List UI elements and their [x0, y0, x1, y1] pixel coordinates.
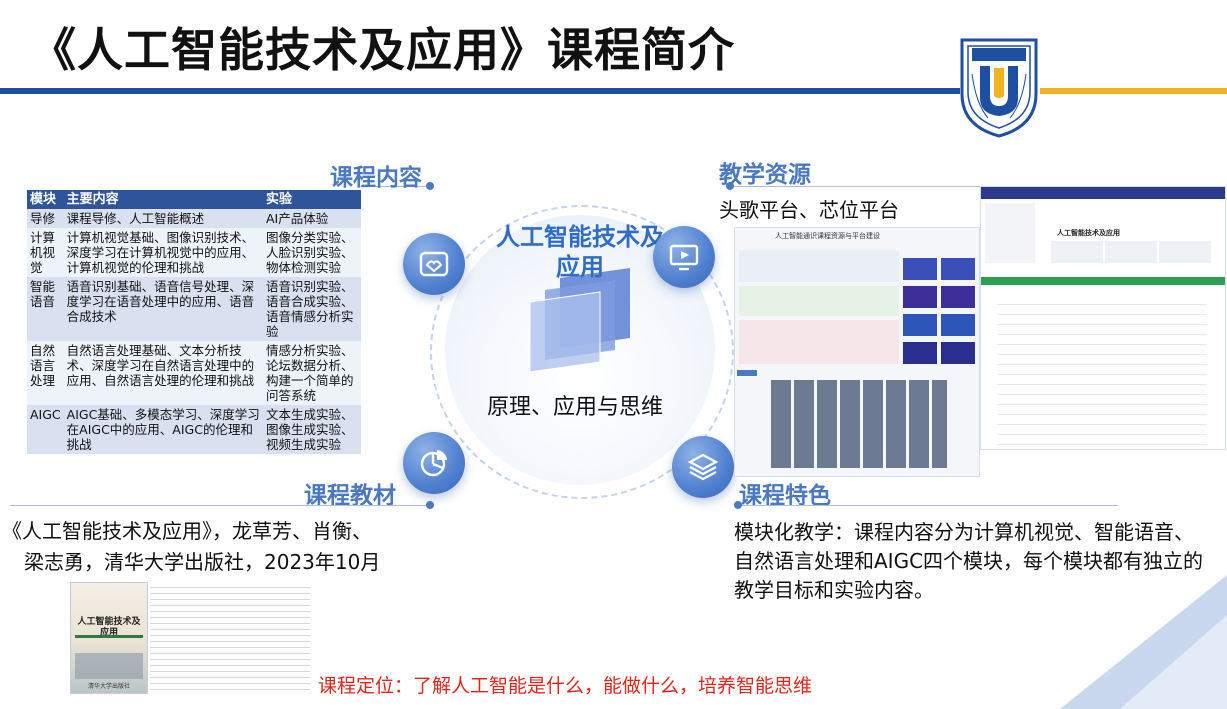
resources-heading-line — [730, 186, 980, 187]
title-underline — [0, 88, 960, 94]
pie-chart-icon — [420, 450, 447, 477]
table-cell: 课程导修、人工智能概述 — [63, 209, 263, 228]
table-cell: 导修 — [27, 209, 64, 228]
table-row: AIGC AIGC基础、多模态学习、深度学习在AIGC中的应用、AIGC的伦理和… — [27, 405, 361, 454]
center-title: 人工智能技术及应用 — [496, 223, 664, 281]
table-row: 自然语言处理 自然语言处理基础、文本分析技术、深度学习在自然语言处理中的应用、自… — [27, 341, 361, 405]
table-cell: 图像分类实验、人脸识别实验、物体检测实验 — [263, 228, 361, 277]
textbook-heading-line — [10, 505, 430, 506]
table-cell: AIGC基础、多模态学习、深度学习在AIGC中的应用、AIGC的伦理和挑战 — [63, 405, 263, 454]
table-of-contents-image — [150, 582, 310, 694]
textbook-line-2: 梁志勇，清华大学出版社，2023年10月 — [24, 550, 381, 574]
table-row: 智能语音 语音识别基础、语音信号处理、深度学习在语音处理中的应用、语音合成技术 … — [27, 277, 361, 341]
course-name-text: 人工智能技术及应用 — [1057, 229, 1120, 237]
platform-screenshot-title: 人工智能通识课程资源与平台建设 — [775, 232, 880, 240]
table-row: 计算机视觉 计算机视觉基础、图像识别技术、深度学习在计算机视觉中的应用、计算机视… — [27, 228, 361, 277]
table-cell: 语音识别基础、语音信号处理、深度学习在语音处理中的应用、语音合成技术 — [63, 277, 263, 341]
stacked-cards-graphic — [529, 268, 630, 373]
university-logo — [960, 38, 1038, 138]
table-header: 模块 — [27, 190, 64, 209]
book-publisher: 清华大学出版社 — [87, 683, 130, 690]
content-bubble — [403, 233, 465, 295]
table-cell: 情感分析实验、论坛数据分析、构建一个简单的问答系统 — [263, 341, 361, 405]
platform-screenshot: 人工智能通识课程资源与平台建设 — [734, 227, 980, 477]
layers-icon — [687, 453, 719, 481]
image-icon — [419, 251, 449, 277]
table-cell: 计算机视觉 — [27, 228, 64, 277]
features-heading-dot — [734, 501, 742, 509]
center-subtitle: 原理、应用与思维 — [486, 395, 663, 420]
content-heading: 课程内容 — [330, 165, 422, 191]
features-bubble — [672, 436, 734, 498]
features-heading-line — [738, 505, 1118, 506]
textbook-line-1: 《人工智能技术及应用》，龙草芳、肖衡、 — [2, 519, 372, 543]
table-row: 导修 课程导修、人工智能概述 AI产品体验 — [27, 209, 361, 228]
page-title: 《人工智能技术及应用》课程简介 — [30, 23, 735, 77]
course-positioning: 课程定位：了解人工智能是什么，能做什么，培养智能思维 — [318, 675, 813, 697]
modules-table: 模块 主要内容 实验 导修 课程导修、人工智能概述 AI产品体验 计算机视觉 计… — [27, 190, 361, 454]
resources-heading-dot — [726, 182, 734, 190]
monitor-play-icon — [669, 244, 699, 271]
title-underline-accent — [1040, 88, 1227, 94]
table-cell: AI产品体验 — [263, 209, 361, 228]
table-cell: 自然语言处理基础、文本分析技术、深度学习在自然语言处理中的应用、自然语言处理的伦… — [63, 341, 263, 405]
course-platform-screenshot: 人工智能技术及应用 — [980, 186, 1226, 450]
platforms-text: 头歌平台、芯位平台 — [719, 198, 899, 222]
table-cell: 语音识别实验、语音合成实验、语音情感分析实验 — [263, 277, 361, 341]
table-header: 主要内容 — [63, 190, 263, 209]
textbook-heading-dot — [426, 501, 434, 509]
table-header-row: 模块 主要内容 实验 — [27, 190, 361, 209]
resources-bubble — [653, 226, 715, 288]
table-cell: 文本生成实验、图像生成实验、视频生成实验 — [263, 405, 361, 454]
table-header: 实验 — [263, 190, 361, 209]
textbook-bubble — [403, 432, 465, 494]
content-heading-dot — [426, 182, 434, 190]
table-cell: 智能语音 — [27, 277, 64, 341]
table-cell: 计算机视觉基础、图像识别技术、深度学习在计算机视觉中的应用、计算机视觉的伦理和挑… — [63, 228, 263, 277]
table-cell: AIGC — [27, 405, 64, 454]
book-cover: 人工智能技术及应用 清华大学出版社 — [70, 582, 148, 694]
features-text: 模块化教学：课程内容分为计算机视觉、智能语音、自然语言处理和AIGC四个模块，每… — [734, 520, 1204, 602]
table-cell: 自然语言处理 — [27, 341, 64, 405]
